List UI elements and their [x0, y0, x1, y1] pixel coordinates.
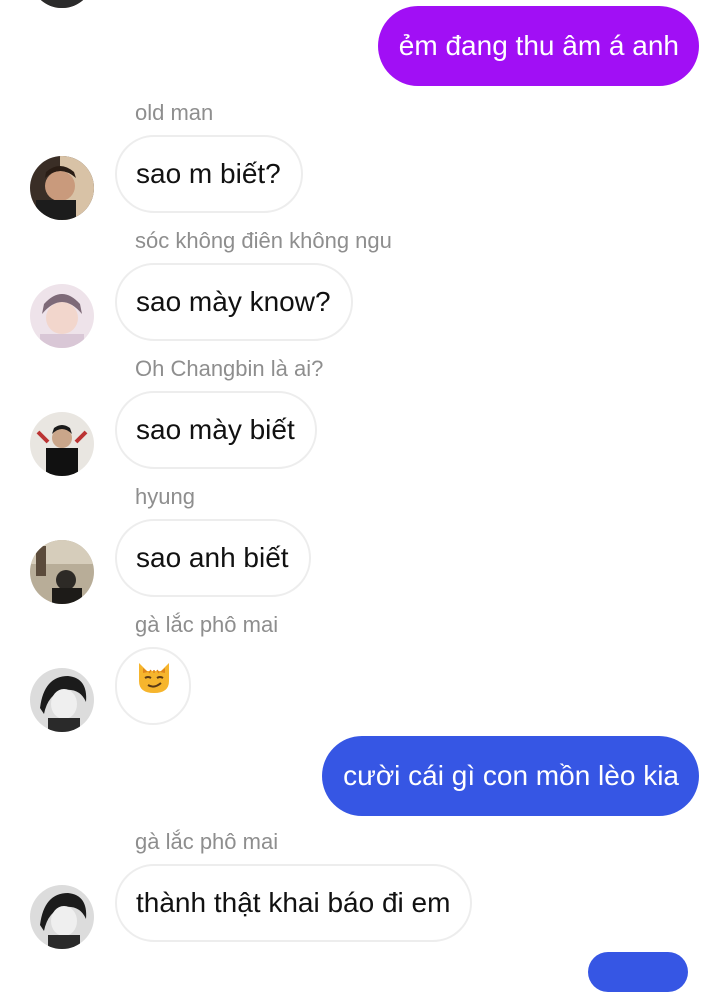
chat-thread[interactable]: ẻm đang thu âm á anh old man sao m biết?… [0, 0, 719, 992]
avatar[interactable] [30, 412, 94, 476]
sender-name: gà lắc phô mai [135, 612, 279, 637]
outgoing-message-bubble[interactable]: ẻm đang thu âm á anh [377, 6, 699, 86]
smirking-cat-emoji [135, 649, 173, 723]
incoming-message-bubble[interactable]: sao anh biết [115, 519, 311, 597]
sender-name: sóc không điên không ngu [135, 228, 392, 253]
sender-name: Oh Changbin là ai? [135, 356, 324, 381]
incoming-message-bubble[interactable]: sao m biết? [115, 135, 303, 213]
incoming-message-bubble[interactable]: sao mày biết [115, 391, 317, 469]
sender-name: hyung [135, 484, 195, 509]
sender-name: old man [135, 100, 214, 125]
outgoing-message-bubble-partial[interactable] [588, 952, 688, 992]
sender-name: gà lắc phô mai [135, 829, 279, 854]
incoming-message-bubble[interactable]: sao mày know? [115, 263, 353, 341]
avatar[interactable] [30, 284, 94, 348]
incoming-message-bubble[interactable]: thành thật khai báo đi em [115, 864, 473, 942]
outgoing-message-bubble[interactable]: cười cái gì con mồn lèo kia [322, 736, 699, 816]
avatar[interactable] [30, 0, 94, 8]
avatar[interactable] [30, 540, 94, 604]
avatar[interactable] [30, 885, 94, 949]
incoming-message-bubble[interactable] [115, 647, 191, 725]
avatar[interactable] [30, 156, 94, 220]
avatar[interactable] [30, 668, 94, 732]
